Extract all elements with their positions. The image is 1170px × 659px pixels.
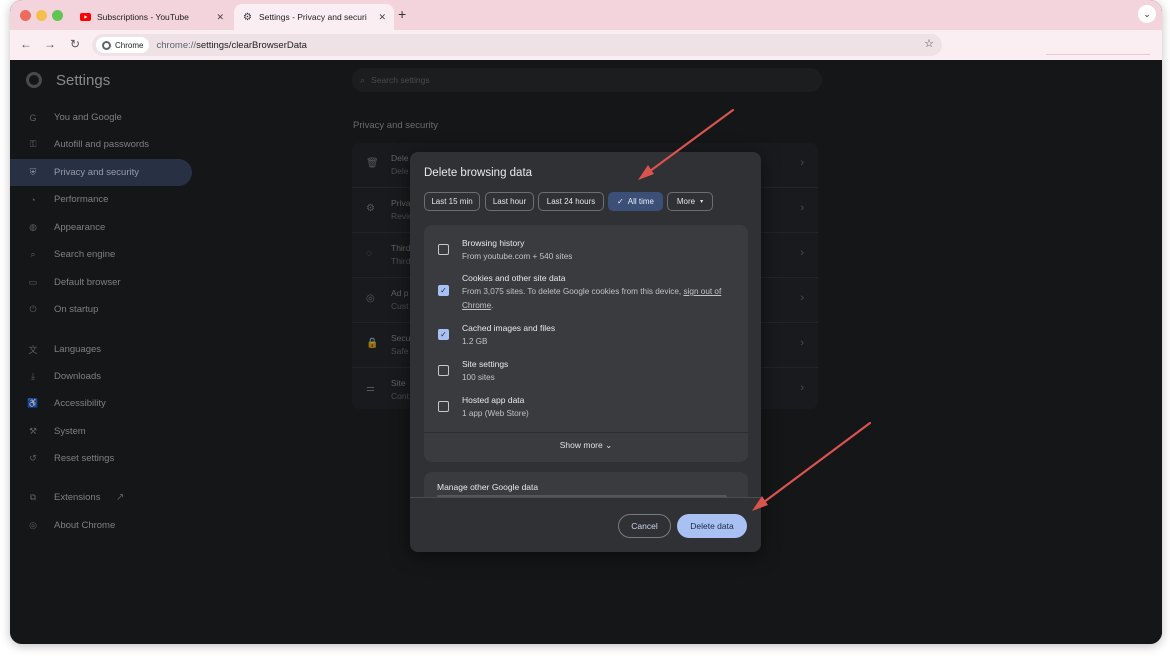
cookies-checkbox[interactable]: ✓	[438, 285, 449, 296]
delete-data-button[interactable]: Delete data	[677, 514, 747, 538]
checkmark-icon: ✓	[440, 286, 447, 295]
item-title: Cookies and other site data	[462, 273, 566, 283]
tab-search-button[interactable]: ⌄	[1138, 5, 1156, 23]
cached-images-checkbox[interactable]: ✓	[438, 329, 449, 340]
item-subtitle: 1 app (Web Store)	[462, 409, 529, 418]
delete-browsing-data-dialog: Delete browsing data Last 15 min Last ho…	[410, 152, 761, 552]
reload-button[interactable]: ↻	[67, 37, 83, 51]
dialog-title: Delete browsing data	[424, 167, 533, 179]
bookmark-star-icon[interactable]: ☆	[924, 37, 934, 50]
item-subtitle: 1.2 GB	[462, 337, 488, 346]
range-last-hour[interactable]: Last hour	[485, 192, 534, 211]
forward-button[interactable]: →	[42, 37, 58, 51]
window-maximize-button[interactable]	[52, 10, 63, 21]
window-minimize-button[interactable]	[36, 10, 47, 21]
cancel-button[interactable]: Cancel	[618, 514, 671, 538]
new-tab-button[interactable]: +	[398, 6, 406, 22]
close-tab-icon[interactable]: ✕	[378, 12, 386, 23]
range-last-24-hours[interactable]: Last 24 hours	[538, 192, 604, 211]
url-path: settings/clearBrowserData	[196, 39, 307, 51]
chrome-icon	[102, 40, 111, 50]
back-button[interactable]: ←	[18, 37, 34, 51]
tab-title: Settings - Privacy and securi	[259, 12, 367, 22]
manage-title: Manage other Google data	[437, 482, 539, 492]
item-title: Hosted app data	[462, 395, 525, 405]
show-more-label: Show more	[559, 440, 603, 450]
browser-window: Subscriptions - YouTube ✕ ⚙ Settings - P…	[10, 0, 1162, 644]
checkmark-icon: ✓	[617, 197, 624, 206]
item-subtitle: 100 sites	[462, 373, 495, 382]
site-settings-checkbox[interactable]	[438, 365, 449, 376]
checkmark-icon: ✓	[440, 330, 447, 339]
range-label: More	[676, 197, 696, 206]
show-more-button[interactable]: Show more ⌄	[424, 440, 748, 451]
dropdown-arrow-icon: ▾	[700, 199, 704, 205]
item-subtitle: From 3,075 sites. To delete Google cooki…	[462, 285, 738, 312]
range-label: All time	[627, 197, 654, 206]
site-info-chip[interactable]: Chrome	[96, 37, 150, 53]
address-bar[interactable]: Chrome chrome://settings/clearBrowserDat…	[92, 34, 942, 56]
item-title: Site settings	[462, 359, 509, 369]
tab-strip: Subscriptions - YouTube ✕ ⚙ Settings - P…	[10, 0, 1162, 30]
range-more-dropdown[interactable]: More ▾	[667, 192, 713, 211]
window-close-button[interactable]	[20, 10, 31, 21]
url-text: chrome://settings/clearBrowserData	[156, 40, 307, 51]
chip-label: Chrome	[115, 40, 144, 50]
close-tab-icon[interactable]: ✕	[216, 12, 224, 23]
range-last-15-min[interactable]: Last 15 min	[424, 192, 480, 211]
item-title: Browsing history	[462, 238, 525, 248]
divider	[424, 432, 748, 433]
tab-title: Subscriptions - YouTube	[97, 12, 189, 22]
toolbar: ← → ↻ Chrome chrome://settings/clearBrow…	[10, 30, 1162, 60]
browsing-history-checkbox[interactable]	[438, 244, 449, 255]
tab-youtube[interactable]: Subscriptions - YouTube ✕	[72, 4, 232, 30]
url-scheme: chrome://	[156, 39, 197, 51]
tab-settings[interactable]: ⚙ Settings - Privacy and securi ✕	[234, 4, 394, 30]
youtube-icon	[80, 12, 91, 23]
range-label: Last hour	[492, 197, 527, 206]
item-subtitle: From youtube.com + 540 sites	[462, 252, 573, 261]
range-label: Last 24 hours	[546, 197, 596, 206]
cookies-description-end: .	[491, 300, 494, 310]
hosted-app-data-checkbox[interactable]	[438, 401, 449, 412]
dialog-footer: Cancel Delete data	[410, 498, 761, 552]
item-title: Cached images and files	[462, 323, 556, 333]
toolbar-divider	[1046, 54, 1150, 55]
gear-icon: ⚙	[243, 11, 252, 23]
data-type-list: Browsing history From youtube.com + 540 …	[424, 225, 748, 462]
range-all-time[interactable]: ✓ All time	[608, 192, 663, 211]
chevron-down-icon: ⌄	[605, 440, 613, 450]
cookies-description: From 3,075 sites. To delete Google cooki…	[462, 287, 684, 296]
range-label: Last 15 min	[431, 197, 473, 206]
